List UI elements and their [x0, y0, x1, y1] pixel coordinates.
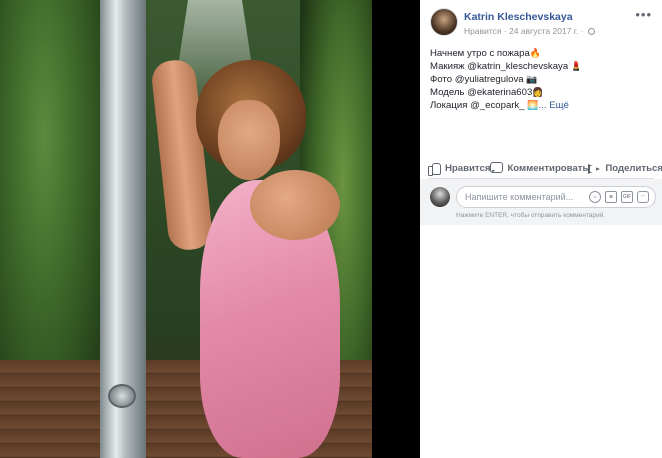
emoji-icon[interactable]: ☺ [589, 191, 601, 203]
sticker-icon[interactable]: ◠ [637, 191, 649, 203]
post-photo[interactable] [0, 0, 372, 458]
caption-text: Фото @yuliatregulova [430, 74, 524, 85]
author-avatar[interactable] [430, 8, 458, 36]
comment-input[interactable] [465, 192, 585, 202]
caption-text: Локация @_ecopark_ [430, 100, 525, 111]
share-icon [588, 162, 601, 174]
author-name-link[interactable]: Katrin Kleschevskaya [464, 11, 573, 23]
comment-input-box[interactable]: ☺ ◙ GIF ◠ [456, 186, 656, 208]
caption-line: Макияж @katrin_klesсhevskaya 💄 [430, 60, 656, 73]
more-options-button[interactable]: ••• [635, 8, 652, 21]
caption-line: Локация @_ecopark_ 🌅... Ещё [430, 99, 656, 112]
shower-valve [108, 384, 136, 408]
post-meta-text: Нравится · 24 августа 2017 г. · [464, 26, 584, 36]
camera-emoji-icon: 📷 [526, 74, 538, 84]
post-caption: Начнем утро с пожара🔥 Макияж @katrin_kle… [430, 47, 656, 112]
sunset-emoji-icon: 🌅 [527, 100, 539, 110]
model-figure [150, 40, 350, 458]
current-user-avatar [430, 187, 450, 207]
share-button[interactable]: Поделиться [588, 162, 662, 174]
caption-line: Фото @yuliatregulova 📷 [430, 73, 656, 86]
comment-icon [490, 162, 504, 174]
post-side-panel: Katrin Kleschevskaya Нравится · 24 авгус… [420, 0, 662, 458]
caption-line: Начнем утро с пожара🔥 [430, 47, 656, 60]
post-actions: Нравится Комментировать Поделиться [428, 158, 662, 178]
caption-text: Начнем утро с пожара [430, 48, 530, 59]
share-label: Поделиться [605, 162, 662, 174]
see-more-link[interactable]: ... Ещё [539, 100, 569, 111]
like-button[interactable]: Нравится [428, 162, 491, 176]
comment-hint: Нажмите ENTER, чтобы отправить комментар… [456, 212, 606, 219]
comment-button[interactable]: Комментировать [490, 162, 588, 174]
woman-emoji-icon: 👩 [532, 87, 544, 97]
photo-viewer [0, 0, 420, 458]
comment-label: Комментировать [507, 162, 589, 174]
lipstick-emoji-icon: 💄 [570, 61, 583, 71]
globe-icon [587, 28, 595, 35]
caption-line: Модель @ekaterina603👩 [430, 86, 656, 99]
fire-emoji-icon: 🔥 [529, 48, 542, 58]
post-header: Katrin Kleschevskaya Нравится · 24 авгус… [430, 8, 654, 40]
camera-icon[interactable]: ◙ [605, 191, 617, 203]
model-shoulder [250, 170, 340, 240]
comment-tools: ☺ ◙ GIF ◠ [589, 191, 649, 203]
thumbs-up-icon [428, 162, 441, 176]
caption-text: Модель @ekaterina603 [430, 87, 533, 98]
gif-icon[interactable]: GIF [621, 191, 633, 203]
caption-text: Макияж @katrin_klesсhevskaya [430, 61, 569, 72]
model-face [218, 100, 280, 180]
post-meta: Нравится · 24 августа 2017 г. · [464, 26, 595, 36]
like-label: Нравится [445, 162, 491, 174]
comment-composer: ☺ ◙ GIF ◠ Нажмите ENTER, чтобы отправить… [420, 179, 662, 225]
